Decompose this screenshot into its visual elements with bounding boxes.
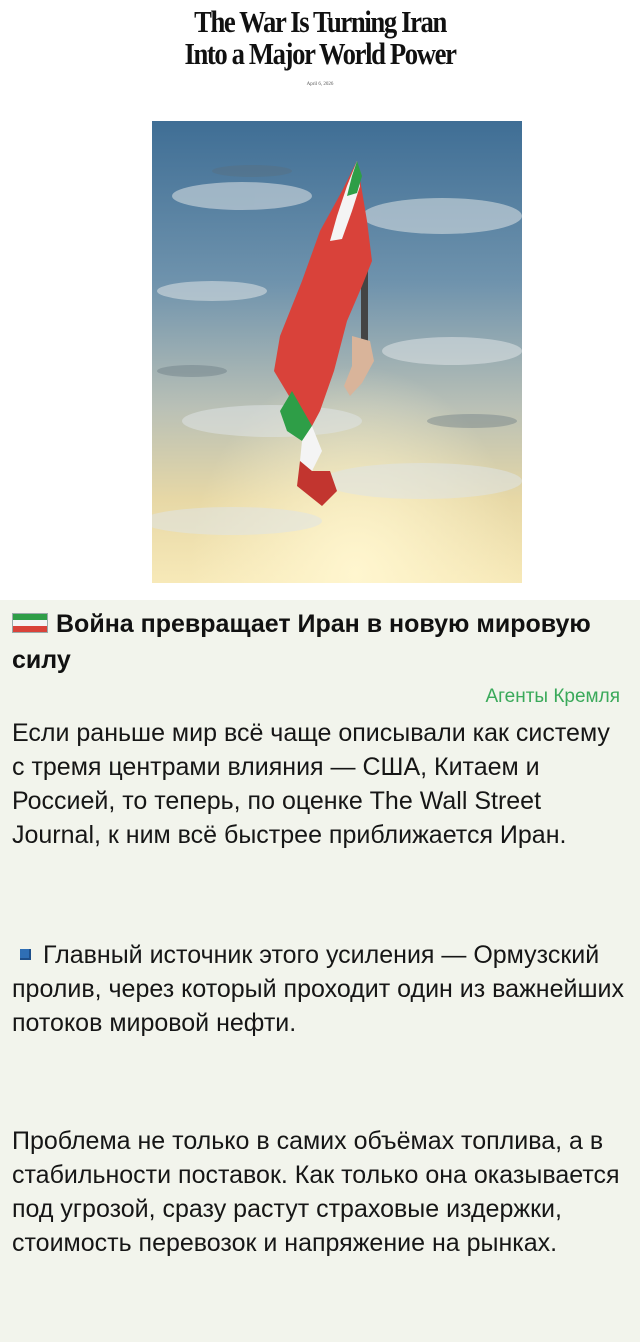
article-preview-image[interactable]: The War Is Turning Iran Into a Major Wor… [0,0,640,600]
paragraph-3: Проблема не только в самих объёмах топли… [12,1127,620,1257]
article-headline: The War Is Turning Iran Into a Major Wor… [45,6,595,70]
paragraph-2-text: Главный источник этого усиления — Ормузс… [12,941,624,1037]
paragraph-1: Если раньше мир всё чаще описывали как с… [12,719,610,849]
message-bubble: The War Is Turning Iran Into a Major Wor… [0,0,640,1342]
blue-square-icon [20,949,31,961]
flag-in-sky-photo [152,121,522,583]
headline-line-1: The War Is Turning Iran [194,4,447,39]
paragraph-2: Главный источник этого усиления — Ормузс… [12,938,624,1040]
post-title: Война превращает Иран в новую мировую си… [12,606,622,678]
post-title-text: Война превращает Иран в новую мировую си… [12,610,591,674]
photo-illustration [152,121,522,583]
article-date: April 6, 2026 [306,82,334,87]
channel-signature[interactable]: Агенты Кремля [485,686,620,708]
iran-flag-icon [12,613,48,633]
headline-line-2: Into a Major World Power [184,36,456,71]
